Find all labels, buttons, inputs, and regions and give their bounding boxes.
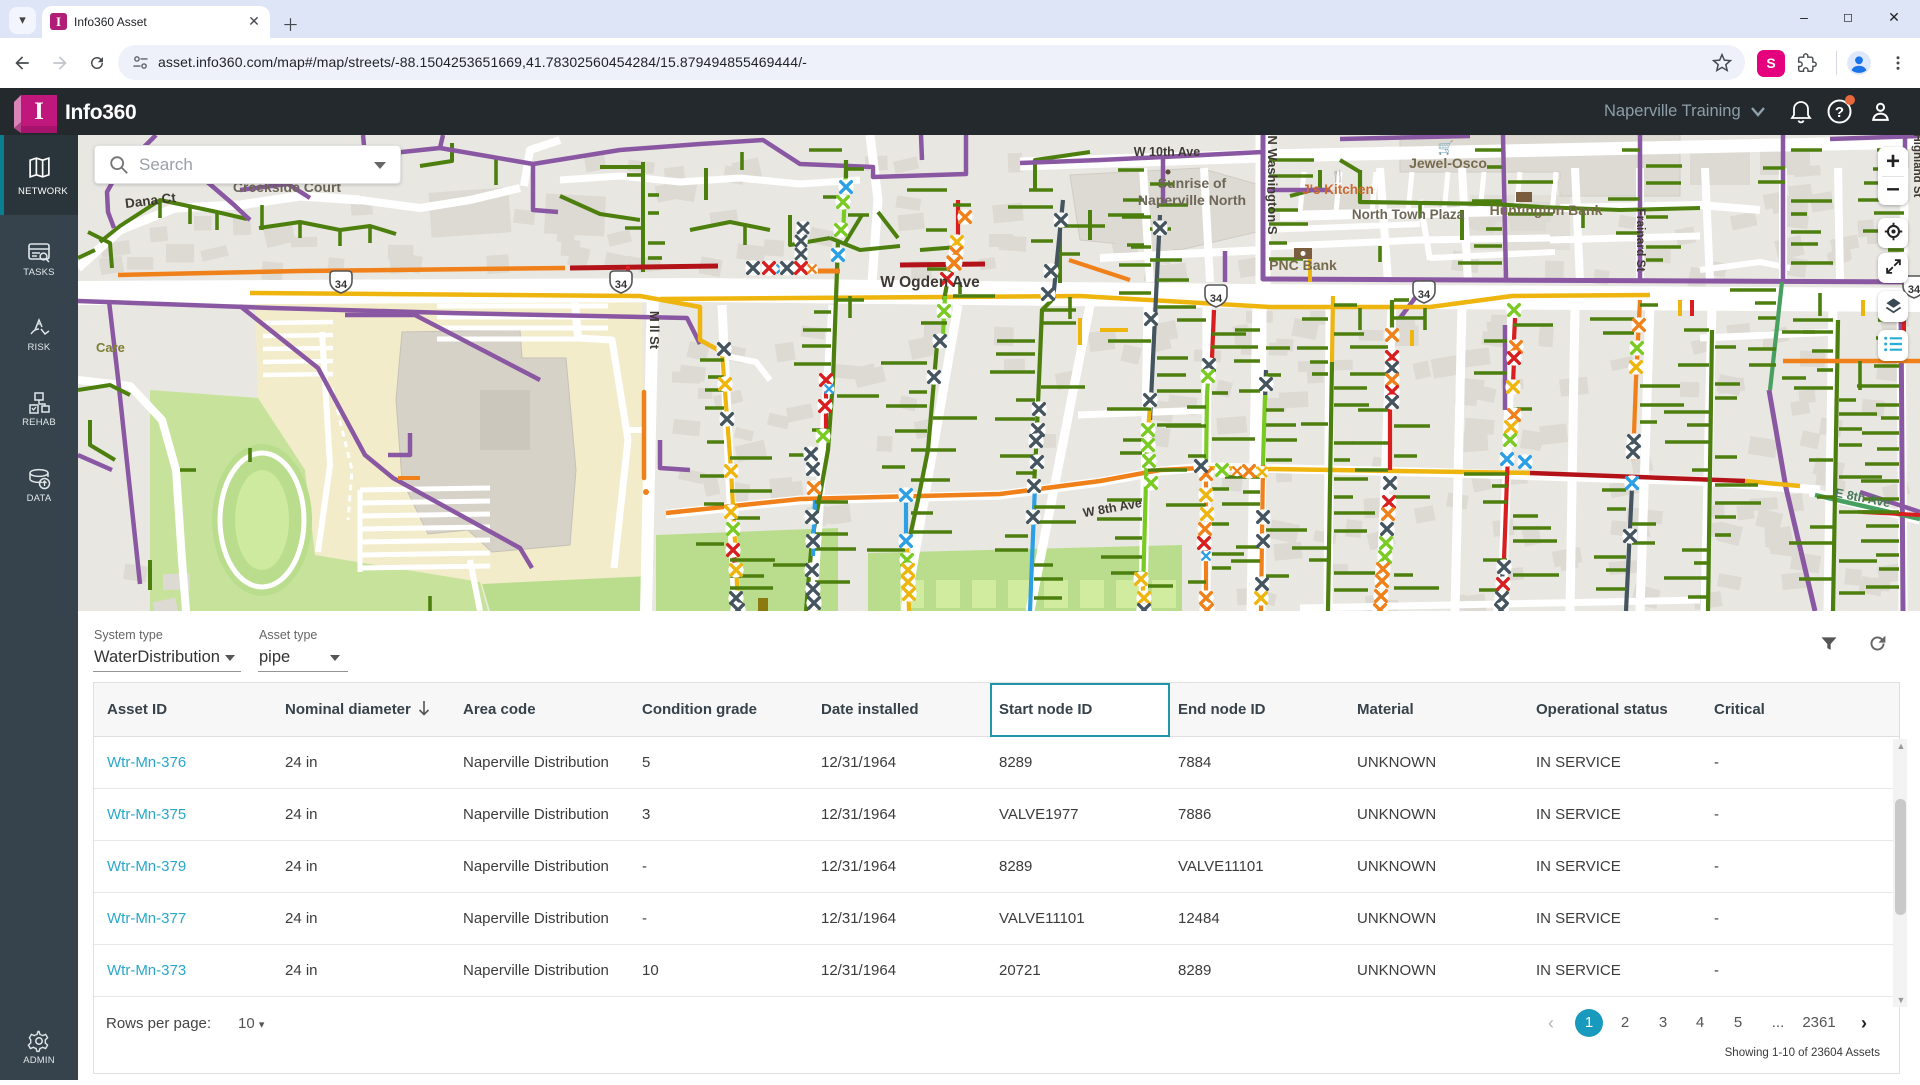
svg-text:W Ogden Ave: W Ogden Ave	[880, 274, 980, 291]
svg-text:Huntington Bank: Huntington Bank	[1490, 202, 1603, 218]
svg-text:?: ?	[1835, 104, 1844, 121]
svg-text:🍴: 🍴	[1331, 169, 1346, 183]
svg-text:W 10th Ave: W 10th Ave	[1134, 145, 1200, 159]
svg-text:J's Kitchen: J's Kitchen	[1302, 182, 1373, 197]
svg-text:Care: Care	[96, 340, 125, 355]
svg-text:M ll St: M ll St	[647, 311, 662, 350]
svg-text:I: I	[34, 98, 44, 125]
svg-text:N Washington S: N Washington S	[1265, 135, 1280, 235]
svg-text:Sunrise of: Sunrise of	[1158, 175, 1227, 191]
svg-text:34: 34	[1418, 289, 1431, 301]
svg-text:Naperville North: Naperville North	[1138, 192, 1246, 208]
svg-text:PNC Bank: PNC Bank	[1269, 257, 1337, 273]
svg-text:Frainard St: Frainard St	[1634, 208, 1648, 271]
svg-text:🛒: 🛒	[1438, 140, 1454, 155]
svg-text:34: 34	[615, 279, 628, 291]
svg-text:34: 34	[1908, 284, 1920, 296]
svg-text:E Highland St: E Highland St	[1911, 135, 1920, 198]
svg-text:North Town Plaza: North Town Plaza	[1352, 207, 1465, 222]
svg-text:34: 34	[1210, 293, 1223, 305]
svg-text:34: 34	[335, 279, 348, 291]
svg-text:Jewel-Osco: Jewel-Osco	[1409, 155, 1487, 171]
